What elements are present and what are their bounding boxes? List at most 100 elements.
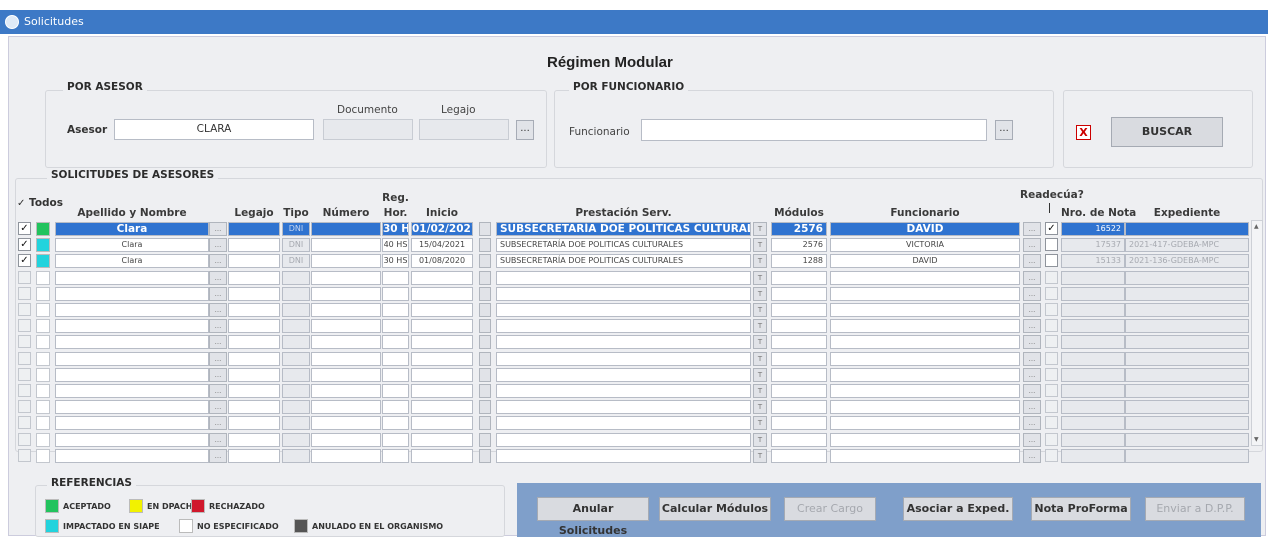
prestacion-cell[interactable]	[496, 286, 751, 301]
prestacion-lookup-icon[interactable]: T	[753, 367, 767, 382]
funcionario-cell[interactable]	[830, 286, 1020, 301]
prestacion-cell[interactable]: SUBSECRETARÍA DOE POLITICAS CULTURALES	[496, 222, 751, 236]
grid-scrollbar[interactable]: ▲ ▼	[1251, 220, 1263, 446]
readecua-checkbox[interactable]	[1045, 270, 1058, 284]
tipo-cell[interactable]: DNI	[282, 254, 310, 269]
nombre-cell[interactable]	[55, 270, 209, 285]
readecua-checkbox[interactable]	[1045, 416, 1058, 430]
prestacion-cell[interactable]	[496, 384, 751, 398]
funcionario-lookup-button[interactable]: ...	[995, 120, 1013, 140]
inicio-calendar-icon[interactable]	[479, 270, 491, 285]
numero-cell[interactable]	[311, 351, 381, 366]
legajo-cell[interactable]	[228, 335, 280, 350]
funcionario-lookup-button[interactable]: ...	[1023, 319, 1041, 334]
inicio-calendar-icon[interactable]	[479, 222, 491, 236]
reg-hor-cell[interactable]	[382, 384, 409, 398]
legajo-cell[interactable]	[228, 400, 280, 415]
numero-cell[interactable]	[311, 432, 381, 447]
funcionario-lookup-button[interactable]: ...	[1023, 286, 1041, 301]
nombre-cell[interactable]	[55, 286, 209, 301]
prestacion-lookup-icon[interactable]: T	[753, 319, 767, 334]
funcionario-lookup-button[interactable]: ...	[1023, 335, 1041, 350]
reg-hor-cell[interactable]	[382, 303, 409, 317]
funcionario-cell[interactable]	[830, 270, 1020, 285]
tipo-cell[interactable]	[282, 351, 310, 366]
funcionario-lookup-button[interactable]: ...	[1023, 367, 1041, 382]
prestacion-lookup-icon[interactable]: T	[753, 270, 767, 285]
modulos-cell[interactable]: 2576	[771, 238, 827, 253]
readecua-checkbox[interactable]	[1045, 286, 1058, 300]
tipo-cell[interactable]	[282, 400, 310, 415]
legajo-cell[interactable]	[228, 222, 280, 236]
reg-hor-cell[interactable]	[382, 367, 409, 382]
numero-cell[interactable]	[311, 319, 381, 334]
funcionario-lookup-button[interactable]: ...	[1023, 400, 1041, 415]
prestacion-cell[interactable]	[496, 335, 751, 350]
nombre-cell[interactable]	[55, 384, 209, 398]
modulos-cell[interactable]	[771, 400, 827, 415]
numero-cell[interactable]	[311, 367, 381, 382]
prestacion-lookup-icon[interactable]: T	[753, 448, 767, 463]
tipo-cell[interactable]	[282, 448, 310, 463]
funcionario-lookup-button[interactable]: ...	[1023, 270, 1041, 285]
funcionario-cell[interactable]	[830, 367, 1020, 382]
inicio-calendar-icon[interactable]	[479, 416, 491, 431]
numero-cell[interactable]	[311, 254, 381, 269]
readecua-checkbox[interactable]	[1045, 448, 1058, 462]
prestacion-lookup-icon[interactable]: T	[753, 432, 767, 447]
numero-cell[interactable]	[311, 448, 381, 463]
prestacion-cell[interactable]	[496, 351, 751, 366]
crear-cargo-button[interactable]: Crear Cargo	[784, 497, 876, 521]
readecua-checkbox[interactable]	[1045, 319, 1058, 333]
readecua-checkbox[interactable]	[1045, 335, 1058, 349]
readecua-checkbox[interactable]	[1045, 254, 1058, 268]
funcionario-cell[interactable]	[830, 335, 1020, 350]
tipo-cell[interactable]	[282, 286, 310, 301]
modulos-cell[interactable]	[771, 303, 827, 317]
reg-hor-cell[interactable]	[382, 400, 409, 415]
prestacion-cell[interactable]	[496, 319, 751, 334]
legajo-cell[interactable]	[228, 432, 280, 447]
numero-cell[interactable]	[311, 400, 381, 415]
funcionario-cell[interactable]	[830, 303, 1020, 317]
legajo-cell[interactable]	[228, 254, 280, 269]
legajo-cell[interactable]	[228, 448, 280, 463]
nombre-cell[interactable]	[55, 351, 209, 366]
tipo-cell[interactable]: DNI	[282, 222, 310, 236]
numero-cell[interactable]	[311, 222, 381, 236]
legajo-cell[interactable]	[228, 384, 280, 398]
prestacion-lookup-icon[interactable]: T	[753, 254, 767, 269]
reg-hor-cell[interactable]	[382, 319, 409, 334]
inicio-cell[interactable]	[411, 416, 473, 431]
nombre-cell[interactable]: Clara	[55, 254, 209, 269]
nombre-cell[interactable]	[55, 432, 209, 447]
tipo-cell[interactable]	[282, 432, 310, 447]
row-checkbox[interactable]	[18, 319, 31, 333]
reg-hor-cell[interactable]	[382, 270, 409, 285]
inicio-calendar-icon[interactable]	[479, 238, 491, 253]
asesor-lookup-button[interactable]: ...	[516, 120, 534, 140]
inicio-cell[interactable]	[411, 384, 473, 398]
funcionario-lookup-button[interactable]: ...	[1023, 384, 1041, 398]
prestacion-cell[interactable]: SUBSECRETARÍA DOE POLITICAS CULTURALES	[496, 238, 751, 253]
reg-hor-cell[interactable]	[382, 416, 409, 431]
inicio-calendar-icon[interactable]	[479, 254, 491, 269]
anular-solicitudes-button[interactable]: Anular Solicitudes	[537, 497, 649, 537]
nombre-cell[interactable]	[55, 367, 209, 382]
readecua-checkbox[interactable]	[1045, 303, 1058, 316]
nombre-lookup-button[interactable]: ...	[209, 367, 227, 382]
inicio-cell[interactable]	[411, 351, 473, 366]
row-checkbox[interactable]	[18, 367, 31, 381]
reg-hor-cell[interactable]	[382, 448, 409, 463]
nombre-cell[interactable]	[55, 416, 209, 431]
inicio-calendar-icon[interactable]	[479, 448, 491, 463]
reg-hor-cell[interactable]	[382, 335, 409, 350]
modulos-cell[interactable]	[771, 286, 827, 301]
reg-hor-cell[interactable]: 30 H	[382, 222, 409, 236]
prestacion-cell[interactable]	[496, 400, 751, 415]
prestacion-cell[interactable]	[496, 270, 751, 285]
scroll-down-icon[interactable]: ▼	[1254, 436, 1259, 443]
numero-cell[interactable]	[311, 303, 381, 317]
legajo-cell[interactable]	[228, 238, 280, 253]
inicio-cell[interactable]	[411, 286, 473, 301]
